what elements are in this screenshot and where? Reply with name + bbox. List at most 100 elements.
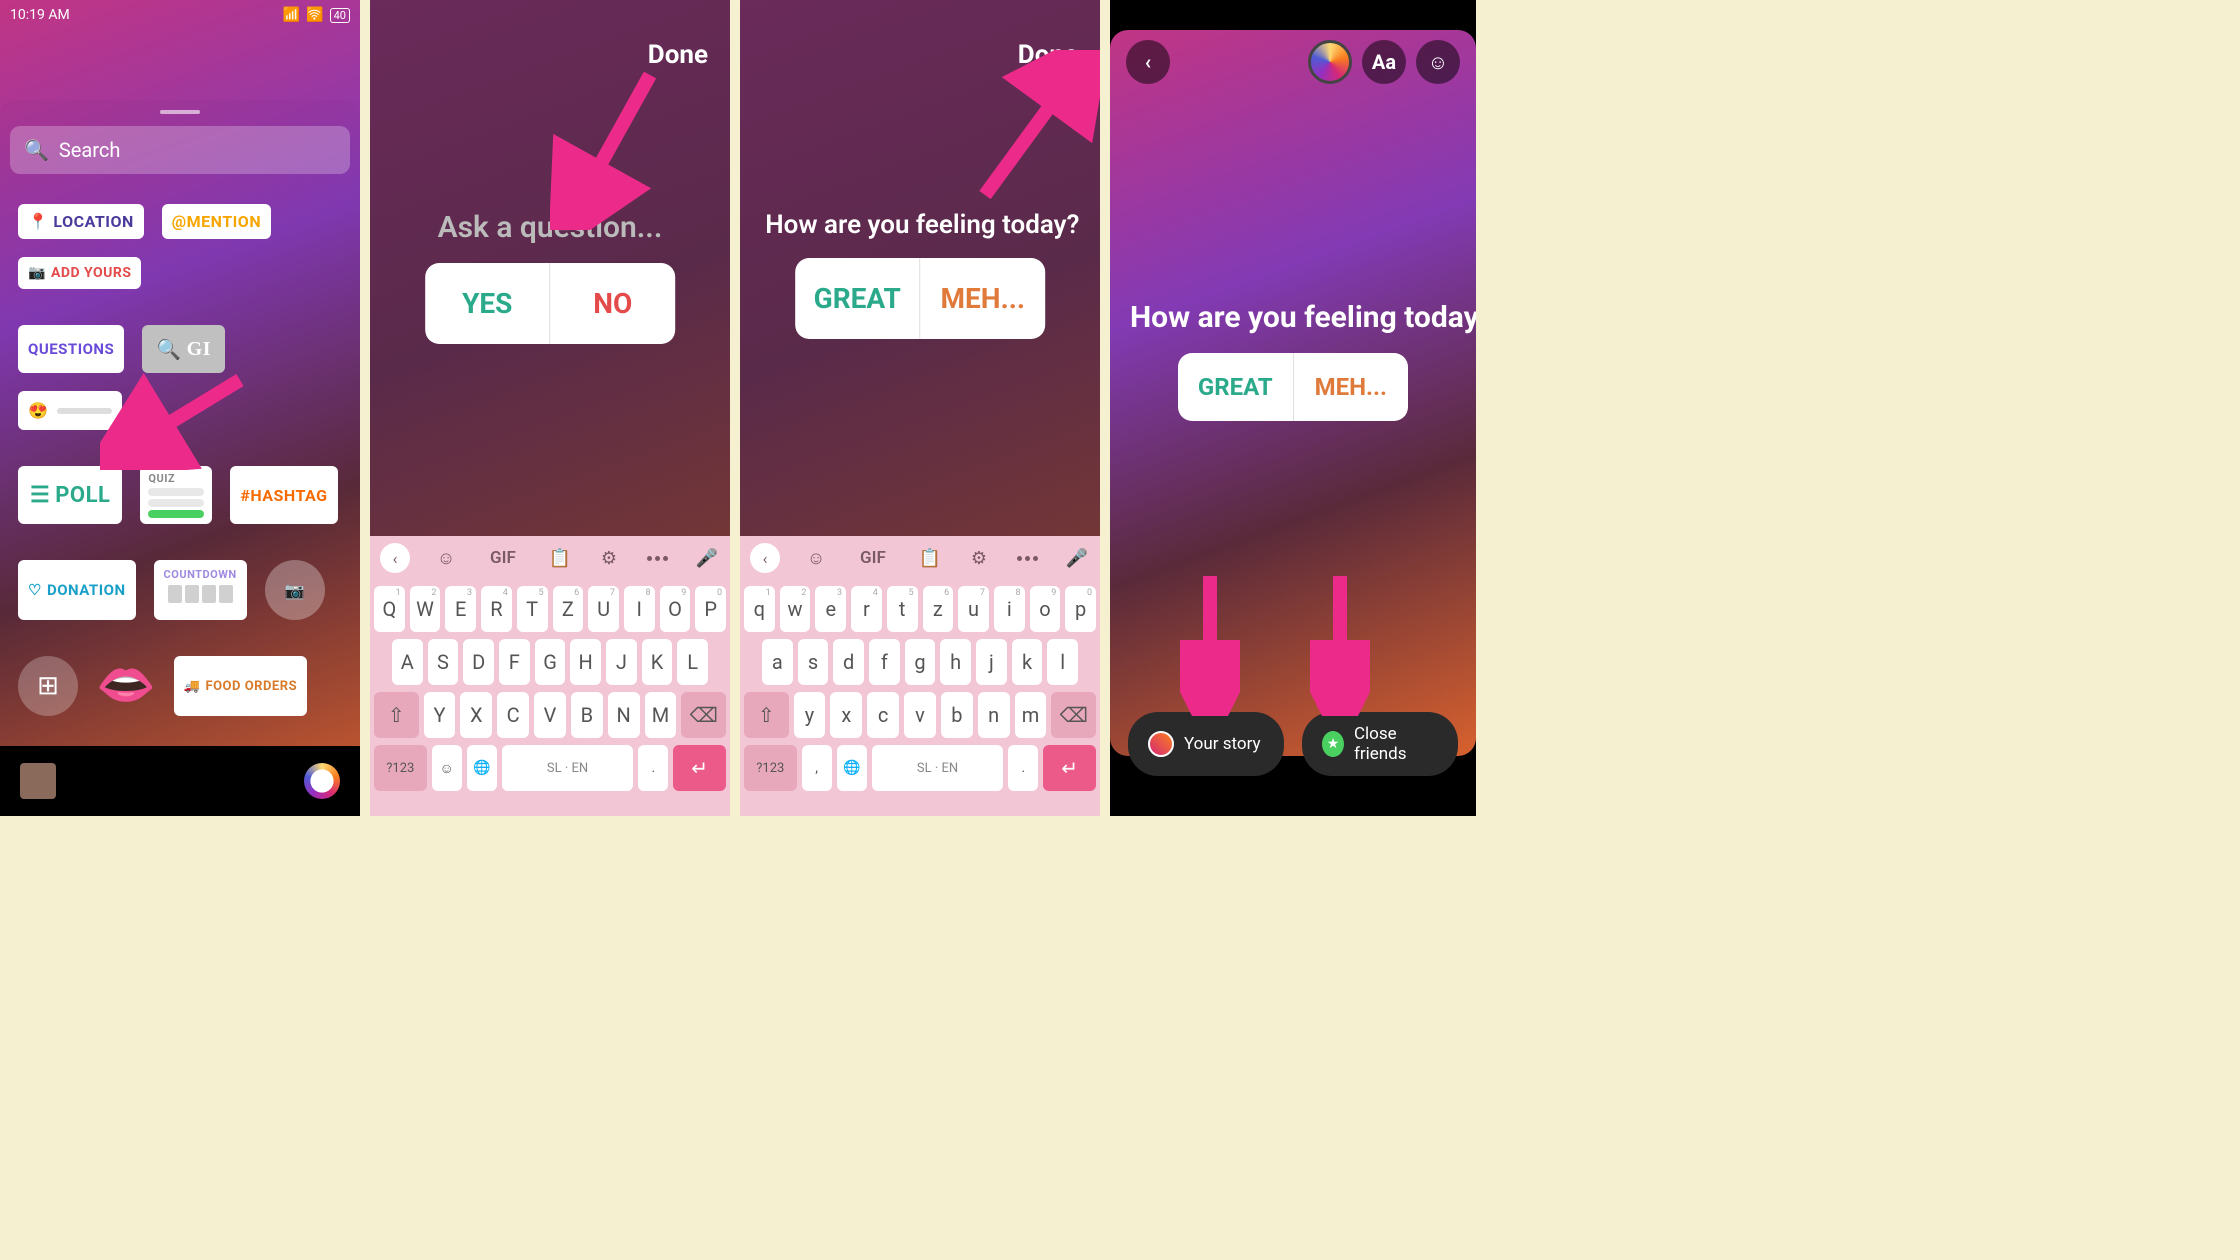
key-z[interactable]: Z6 bbox=[553, 586, 584, 632]
sticker-donation[interactable]: ♡DONATION bbox=[18, 560, 136, 620]
key-h[interactable]: H bbox=[570, 639, 601, 685]
key-period[interactable]: . bbox=[1008, 745, 1038, 791]
key-w[interactable]: W2 bbox=[410, 586, 441, 632]
key-v[interactable]: V bbox=[534, 692, 566, 738]
key-c[interactable]: C bbox=[497, 692, 529, 738]
kb-more-icon[interactable] bbox=[645, 545, 671, 571]
key-o[interactable]: O9 bbox=[660, 586, 691, 632]
key-g[interactable]: g bbox=[905, 639, 936, 685]
key-j[interactable]: j bbox=[976, 639, 1007, 685]
key-emoji[interactable]: ☺ bbox=[432, 745, 462, 791]
sticker-tool-button[interactable]: ☺ bbox=[1416, 40, 1460, 84]
done-button[interactable]: Done bbox=[648, 40, 708, 70]
key-enter[interactable]: ↵ bbox=[673, 745, 726, 791]
kb-clipboard-icon[interactable]: 📋 bbox=[547, 545, 573, 571]
text-tool-button[interactable]: Aa bbox=[1362, 40, 1406, 84]
sticker-mention[interactable]: @MENTION bbox=[162, 204, 271, 239]
sticker-mouth[interactable]: 👄 bbox=[96, 656, 156, 716]
key-j[interactable]: J bbox=[606, 639, 637, 685]
sticker-camera[interactable]: 📷 bbox=[265, 560, 325, 620]
sticker-countdown[interactable]: COUNTDOWN bbox=[154, 560, 247, 620]
sticker-create[interactable]: ⊞ bbox=[18, 656, 78, 716]
key-numswitch[interactable]: ?123 bbox=[374, 745, 427, 791]
key-r[interactable]: r4 bbox=[851, 586, 882, 632]
sticker-addyours[interactable]: 📷ADD YOURS bbox=[18, 257, 141, 289]
key-o[interactable]: o9 bbox=[1030, 586, 1061, 632]
key-a[interactable]: A bbox=[392, 639, 423, 685]
key-i[interactable]: I8 bbox=[624, 586, 655, 632]
key-backspace[interactable]: ⌫ bbox=[681, 692, 726, 738]
key-d[interactable]: d bbox=[833, 639, 864, 685]
key-backspace[interactable]: ⌫ bbox=[1051, 692, 1096, 738]
key-space[interactable]: SL · EN bbox=[502, 745, 634, 791]
key-shift[interactable]: ⇧ bbox=[374, 692, 419, 738]
sticker-foodorders[interactable]: 🚚FOOD ORDERS bbox=[174, 656, 307, 716]
back-button[interactable]: ‹ bbox=[1126, 40, 1170, 84]
key-q[interactable]: Q1 bbox=[374, 586, 405, 632]
key-shift[interactable]: ⇧ bbox=[744, 692, 789, 738]
key-numswitch[interactable]: ?123 bbox=[744, 745, 797, 791]
sticker-quiz[interactable]: QUIZ bbox=[140, 466, 212, 524]
poll-option-1[interactable]: GREAT bbox=[795, 258, 921, 339]
poll-option-2[interactable]: MEH... bbox=[1294, 353, 1409, 421]
your-story-button[interactable]: Your story bbox=[1128, 712, 1284, 776]
kb-sticker-icon[interactable]: ☺ bbox=[803, 545, 829, 571]
key-u[interactable]: U7 bbox=[588, 586, 619, 632]
poll-option-2[interactable]: MEH... bbox=[921, 258, 1046, 339]
key-y[interactable]: y bbox=[794, 692, 826, 738]
poll-option-1[interactable]: GREAT bbox=[1178, 353, 1294, 421]
sticker-gif[interactable]: 🔍GI bbox=[142, 325, 225, 373]
key-t[interactable]: T5 bbox=[517, 586, 548, 632]
poll-widget[interactable]: How are you feeling today? GREAT MEH... bbox=[1110, 300, 1476, 421]
key-u[interactable]: u7 bbox=[958, 586, 989, 632]
poll-question-placeholder[interactable]: Ask a question... bbox=[395, 210, 705, 245]
key-m[interactable]: m bbox=[1015, 692, 1047, 738]
key-c[interactable]: c bbox=[867, 692, 899, 738]
key-s[interactable]: S bbox=[428, 639, 459, 685]
kb-back-button[interactable]: ‹ bbox=[380, 543, 410, 573]
kb-sticker-icon[interactable]: ☺ bbox=[433, 545, 459, 571]
key-k[interactable]: K bbox=[642, 639, 673, 685]
sticker-hashtag[interactable]: #HASHTAG bbox=[230, 466, 337, 524]
key-k[interactable]: k bbox=[1012, 639, 1043, 685]
key-p[interactable]: P0 bbox=[695, 586, 726, 632]
color-tool-button[interactable] bbox=[1308, 40, 1352, 84]
poll-widget[interactable]: How are you feeling today? GREAT MEH... bbox=[765, 210, 1075, 339]
key-lang[interactable]: 🌐 bbox=[467, 745, 497, 791]
key-i[interactable]: i8 bbox=[994, 586, 1025, 632]
poll-question[interactable]: How are you feeling today? bbox=[765, 210, 1075, 240]
kb-clipboard-icon[interactable]: 📋 bbox=[917, 545, 943, 571]
kb-back-button[interactable]: ‹ bbox=[750, 543, 780, 573]
gallery-thumbnail[interactable] bbox=[20, 763, 56, 799]
sticker-location[interactable]: 📍LOCATION bbox=[18, 204, 144, 239]
key-b[interactable]: b bbox=[941, 692, 973, 738]
kb-gif-button[interactable]: GIF bbox=[852, 548, 894, 568]
key-enter[interactable]: ↵ bbox=[1043, 745, 1096, 791]
key-f[interactable]: f bbox=[869, 639, 900, 685]
key-p[interactable]: p0 bbox=[1065, 586, 1096, 632]
key-space[interactable]: SL · EN bbox=[872, 745, 1004, 791]
sticker-poll[interactable]: ☰ POLL bbox=[18, 466, 122, 524]
sticker-emoji-slider[interactable]: 😍 bbox=[18, 391, 122, 430]
key-d[interactable]: D bbox=[463, 639, 494, 685]
kb-mic-icon[interactable]: 🎤 bbox=[1064, 545, 1090, 571]
key-s[interactable]: s bbox=[798, 639, 829, 685]
key-e[interactable]: e3 bbox=[815, 586, 846, 632]
key-y[interactable]: Y bbox=[424, 692, 456, 738]
poll-option-2[interactable]: NO bbox=[551, 263, 676, 344]
key-q[interactable]: q1 bbox=[744, 586, 775, 632]
key-t[interactable]: t5 bbox=[887, 586, 918, 632]
poll-widget[interactable]: Ask a question... YES NO bbox=[395, 210, 705, 344]
sticker-questions[interactable]: QUESTIONS bbox=[18, 325, 124, 373]
key-f[interactable]: F bbox=[499, 639, 530, 685]
key-x[interactable]: x bbox=[830, 692, 862, 738]
key-r[interactable]: R4 bbox=[481, 586, 512, 632]
key-m[interactable]: M bbox=[645, 692, 677, 738]
key-v[interactable]: v bbox=[904, 692, 936, 738]
kb-more-icon[interactable] bbox=[1015, 545, 1041, 571]
kb-settings-icon[interactable]: ⚙ bbox=[966, 545, 992, 571]
poll-option-1[interactable]: YES bbox=[425, 263, 551, 344]
key-n[interactable]: n bbox=[978, 692, 1010, 738]
kb-mic-icon[interactable]: 🎤 bbox=[694, 545, 720, 571]
key-e[interactable]: E3 bbox=[445, 586, 476, 632]
